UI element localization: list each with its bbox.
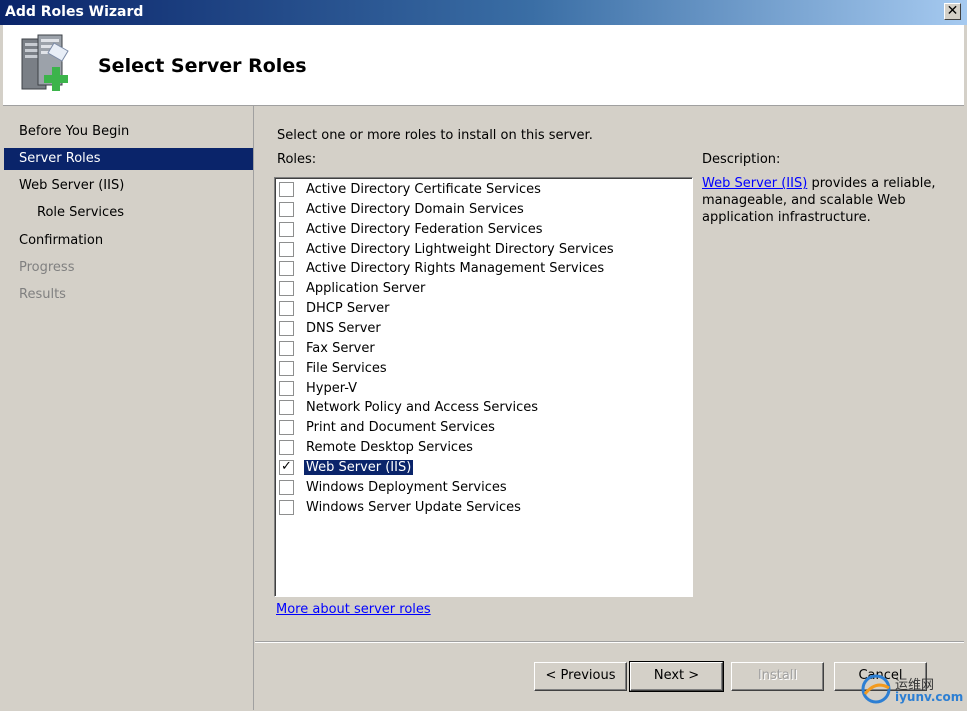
role-label: Web Server (IIS) — [302, 458, 415, 476]
nav-item-progress: Progress — [19, 260, 75, 275]
wizard-steps-nav: Before You Begin Server Roles Web Server… — [3, 106, 254, 710]
role-label: Windows Deployment Services — [306, 479, 507, 495]
description-link[interactable]: Web Server (IIS) — [702, 176, 807, 191]
role-item[interactable]: Fax Server — [279, 340, 679, 359]
role-item[interactable]: ✓ Web Server (IIS) — [279, 458, 679, 478]
header-banner: Select Server Roles — [3, 25, 964, 106]
role-item[interactable]: Hyper-V — [279, 380, 679, 399]
nav-item-web-server[interactable]: Web Server (IIS) — [4, 175, 253, 197]
window-title: Add Roles Wizard — [5, 4, 144, 20]
role-item[interactable]: Remote Desktop Services — [279, 439, 679, 458]
role-checkbox[interactable] — [279, 479, 294, 495]
role-label: Remote Desktop Services — [306, 440, 473, 456]
role-checkbox[interactable] — [279, 201, 294, 217]
roles-label: Roles: — [277, 152, 317, 167]
main-content: Select one or more roles to install on t… — [255, 106, 964, 638]
title-bar: Add Roles Wizard ✕ — [0, 0, 967, 25]
role-checkbox[interactable] — [279, 281, 294, 297]
role-label: Active Directory Rights Management Servi… — [306, 261, 605, 277]
role-item[interactable]: Active Directory Domain Services — [279, 201, 679, 220]
instruction-text: Select one or more roles to install on t… — [277, 128, 593, 143]
role-item[interactable]: Application Server — [279, 280, 679, 299]
role-checkbox[interactable] — [279, 221, 294, 237]
role-label: Active Directory Domain Services — [306, 201, 524, 217]
role-checkbox[interactable]: ✓ — [279, 459, 294, 475]
role-item[interactable]: Print and Document Services — [279, 419, 679, 438]
close-icon: ✕ — [946, 3, 959, 19]
role-checkbox[interactable] — [279, 261, 294, 277]
role-checkbox[interactable] — [279, 380, 294, 396]
role-checkbox[interactable] — [279, 340, 294, 356]
button-bar: < Previous Next > Install Cancel — [255, 641, 964, 711]
next-button[interactable]: Next > — [629, 661, 724, 692]
role-checkbox[interactable] — [279, 499, 294, 515]
nav-item-results: Results — [19, 287, 66, 302]
description-label: Description: — [702, 152, 781, 167]
role-item[interactable]: Active Directory Lightweight Directory S… — [279, 241, 679, 260]
role-label: Active Directory Certificate Services — [306, 182, 541, 197]
role-checkbox[interactable] — [279, 420, 294, 436]
role-checkbox[interactable] — [279, 360, 294, 376]
role-label: DHCP Server — [306, 301, 390, 317]
server-roles-icon — [21, 34, 69, 91]
watermark-logo-icon — [861, 674, 891, 704]
role-label: Print and Document Services — [306, 420, 495, 436]
role-item[interactable]: DHCP Server — [279, 300, 679, 319]
role-item[interactable]: Network Policy and Access Services — [279, 399, 679, 418]
nav-item-role-services[interactable]: Role Services — [4, 202, 253, 224]
role-checkbox[interactable] — [279, 301, 294, 317]
role-checkbox[interactable] — [279, 241, 294, 257]
role-checkbox[interactable] — [279, 400, 294, 416]
install-button: Install — [731, 662, 824, 691]
role-item[interactable]: Windows Server Update Services — [279, 499, 679, 518]
role-item[interactable]: File Services — [279, 360, 679, 379]
role-label: File Services — [306, 360, 387, 376]
role-label: Hyper-V — [306, 380, 358, 396]
role-label: Windows Server Update Services — [306, 499, 521, 515]
previous-button[interactable]: < Previous — [534, 662, 627, 691]
nav-item-confirmation[interactable]: Confirmation — [4, 230, 253, 252]
watermark-line2: iyunv.com — [895, 690, 964, 704]
role-checkbox[interactable] — [279, 320, 294, 336]
role-item[interactable]: DNS Server — [279, 320, 679, 339]
role-label: Active Directory Federation Services — [306, 221, 543, 237]
role-item[interactable]: Active Directory Certificate Services — [279, 181, 679, 200]
nav-item-before-you-begin[interactable]: Before You Begin — [4, 121, 253, 143]
roles-list[interactable]: Active Directory Certificate Services Act… — [274, 177, 693, 597]
role-label: Network Policy and Access Services — [306, 400, 538, 416]
role-label: DNS Server — [306, 320, 381, 336]
nav-item-server-roles[interactable]: Server Roles — [4, 148, 253, 170]
page-title: Select Server Roles — [98, 55, 307, 77]
description-text: Web Server (IIS) provides a reliable, ma… — [702, 175, 947, 226]
close-button[interactable]: ✕ — [944, 3, 961, 20]
role-item[interactable]: Windows Deployment Services — [279, 479, 679, 498]
role-checkbox[interactable] — [279, 440, 294, 456]
role-item[interactable]: Active Directory Rights Management Servi… — [279, 260, 679, 279]
role-label: Active Directory Lightweight Directory S… — [306, 241, 614, 257]
more-about-server-roles-link[interactable]: More about server roles — [276, 602, 431, 617]
watermark: 运维网 iyunv.com — [859, 672, 963, 706]
role-label: Fax Server — [306, 340, 375, 356]
role-label: Application Server — [306, 281, 426, 297]
role-checkbox[interactable] — [279, 182, 294, 197]
role-item[interactable]: Active Directory Federation Services — [279, 221, 679, 240]
